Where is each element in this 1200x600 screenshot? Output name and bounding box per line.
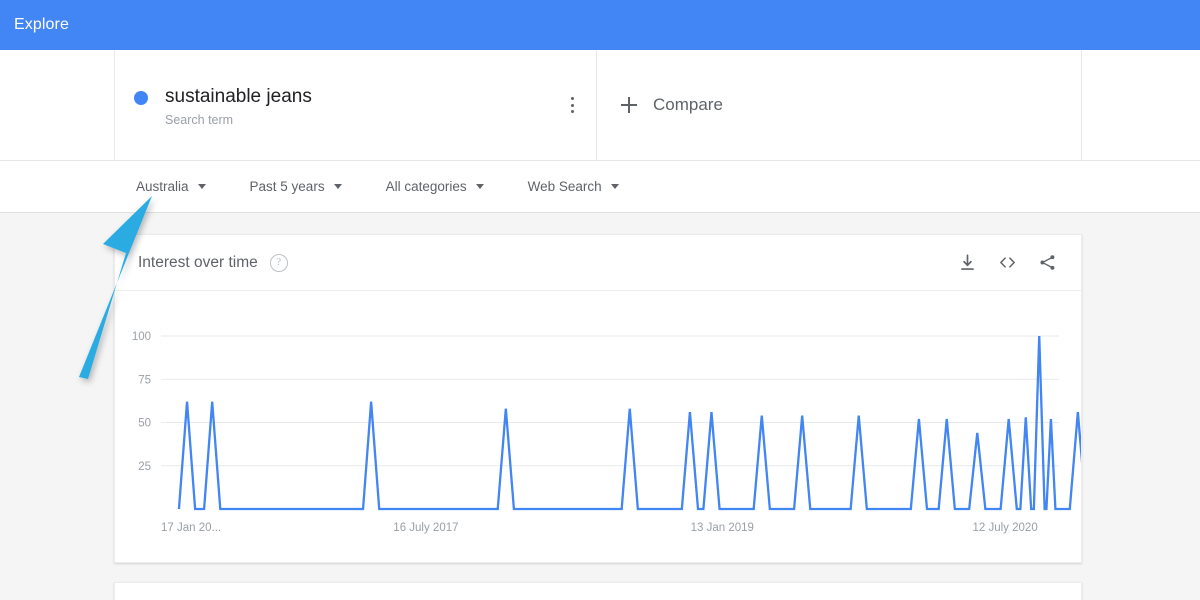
filter-row: Australia Past 5 years All categories We… (0, 161, 1200, 213)
filter-time-range-label: Past 5 years (249, 179, 325, 194)
interest-over-time-chart[interactable]: 100 75 50 25 17 Jan 20... 16 July 2017 13 Jan … (115, 291, 1081, 563)
filter-search-type[interactable]: Web Search (528, 179, 619, 194)
kebab-dot (570, 103, 574, 107)
chevron-down-icon (197, 184, 206, 189)
app-bar: Explore (0, 0, 1200, 50)
card-header: Interest over time ? (115, 235, 1081, 291)
app-bar-title: Explore (14, 16, 69, 33)
x-axis-tick-label: 16 July 2017 (393, 522, 458, 534)
filter-search-type-label: Web Search (527, 179, 602, 194)
chevron-down-icon (610, 184, 619, 189)
kebab-dot (570, 110, 574, 113)
card-title: Interest over time (138, 253, 258, 271)
share-icon[interactable] (1038, 253, 1057, 272)
x-axis-tick-label: 13 Jan 2019 (691, 522, 754, 534)
chevron-down-icon (475, 184, 484, 189)
y-axis-tick-label: 75 (138, 374, 151, 386)
search-term-type-label: Search term (165, 113, 234, 127)
y-axis-tick-label: 25 (138, 461, 151, 473)
x-axis-tick-label: 17 Jan 20... (161, 522, 221, 534)
filter-time-range[interactable]: Past 5 years (250, 179, 342, 194)
secondary-card (114, 582, 1082, 600)
interest-over-time-card: Interest over time ? 100 75 50 25 17 Jan… (114, 234, 1082, 563)
filter-category[interactable]: All categories (386, 179, 484, 194)
kebab-dot (570, 97, 574, 100)
compare-label: Compare (653, 95, 723, 114)
more-options-icon[interactable] (563, 95, 581, 115)
content-area: Interest over time ? 100 75 50 25 17 Jan… (0, 213, 1200, 600)
search-term-label: sustainable jeans (165, 86, 312, 107)
plus-icon (621, 97, 637, 113)
series-color-dot (134, 91, 148, 105)
x-axis-tick-label: 12 July 2020 (973, 522, 1038, 534)
y-axis-tick-label: 100 (132, 331, 151, 343)
help-icon[interactable]: ? (269, 253, 288, 272)
download-icon[interactable] (958, 253, 977, 272)
filter-category-label: All categories (385, 179, 467, 194)
chevron-down-icon (333, 184, 342, 189)
query-row-left-spacer (0, 50, 115, 160)
compare-card[interactable]: Compare (597, 50, 1082, 160)
card-actions (958, 253, 1057, 272)
y-axis-tick-label: 50 (138, 418, 151, 430)
embed-icon[interactable] (998, 253, 1017, 272)
filter-location[interactable]: Australia (136, 179, 206, 194)
chart-svg: 100 75 50 25 17 Jan 20... 16 July 2017 13 Jan … (132, 331, 1081, 534)
filter-location-label: Australia (136, 179, 189, 194)
search-term-card[interactable]: sustainable jeans Search term (115, 50, 597, 160)
query-row-right-spacer (1082, 50, 1200, 160)
query-row: sustainable jeans Search term Compare (0, 50, 1200, 161)
google-trends-explore-page: Explore sustainable jeans Search term Co… (0, 0, 1200, 600)
